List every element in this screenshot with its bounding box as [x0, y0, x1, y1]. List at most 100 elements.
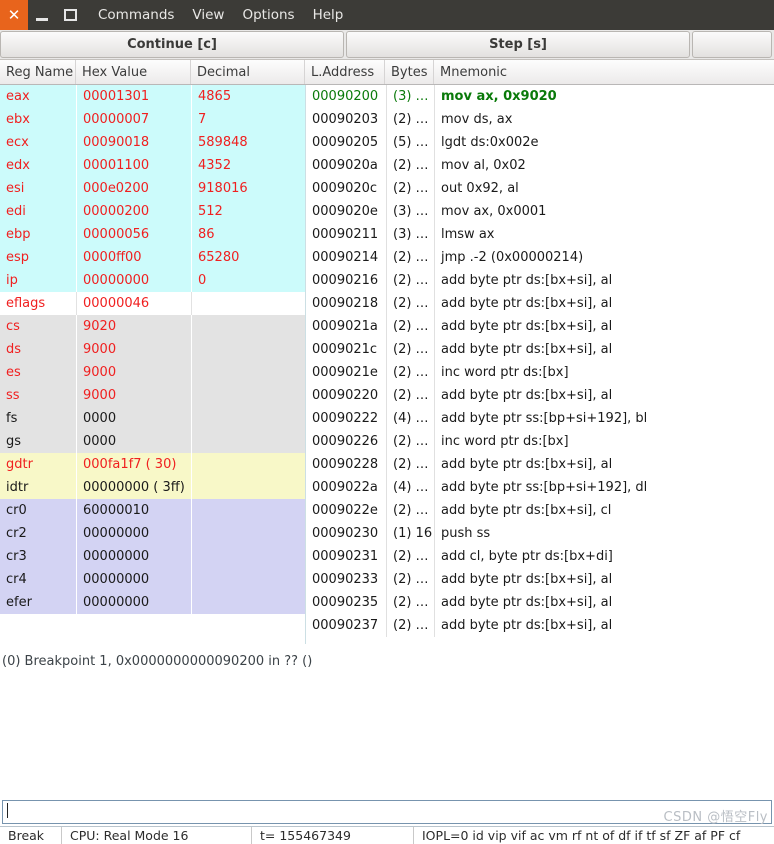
register-hex-value: 60000010 — [76, 499, 191, 522]
disassembly-row[interactable]: 00090233 (2) … add byte ptr ds:[bx+si], al — [306, 568, 774, 591]
register-row[interactable]: cs 9020 — [0, 315, 305, 338]
register-row[interactable]: gs 0000 — [0, 430, 305, 453]
register-row[interactable]: eflags 00000046 — [0, 292, 305, 315]
register-decimal-value: 512 — [191, 200, 305, 223]
register-decimal-value: 7 — [191, 108, 305, 131]
register-hex-value: 000fa1f7 ( 30) — [76, 453, 191, 476]
continue-button[interactable]: Continue [c] — [0, 31, 344, 58]
register-row[interactable]: cr3 00000000 — [0, 545, 305, 568]
register-row[interactable]: efer 00000000 — [0, 591, 305, 614]
instruction-address: 00090216 — [312, 273, 379, 288]
register-decimal-value: 0 — [191, 269, 305, 292]
register-name: cr0 — [6, 503, 27, 518]
column-header-hex-value[interactable]: Hex Value — [76, 60, 191, 84]
disassembly-row[interactable]: 00090216 (2) … add byte ptr ds:[bx+si], al — [306, 269, 774, 292]
register-name: cs — [6, 319, 20, 334]
register-name: cr3 — [6, 549, 27, 564]
register-row[interactable]: ss 9000 — [0, 384, 305, 407]
instruction-mnemonic: add cl, byte ptr ds:[bx+di] — [441, 549, 613, 564]
register-row[interactable]: esi 000e0200 918016 — [0, 177, 305, 200]
disassembly-row[interactable]: 00090211 (3) … lmsw ax — [306, 223, 774, 246]
register-row[interactable]: edx 00001100 4352 — [0, 154, 305, 177]
menu-view[interactable]: View — [192, 0, 224, 30]
register-row[interactable]: idtr 00000000 ( 3ff) — [0, 476, 305, 499]
instruction-address: 0009021a — [312, 319, 378, 334]
register-name: fs — [6, 411, 18, 426]
extra-button[interactable] — [692, 31, 772, 58]
disassembly-row[interactable]: 00090203 (2) … mov ds, ax — [306, 108, 774, 131]
column-header-bytes[interactable]: Bytes — [385, 60, 434, 84]
register-decimal-value — [191, 315, 305, 338]
disassembly-row[interactable]: 0009020c (2) … out 0x92, al — [306, 177, 774, 200]
register-name: ss — [6, 388, 20, 403]
menu-help[interactable]: Help — [313, 0, 344, 30]
register-hex-value: 00000056 — [76, 223, 191, 246]
disassembly-row[interactable]: 0009021e (2) … inc word ptr ds:[bx] — [306, 361, 774, 384]
disassembly-row[interactable]: 00090214 (2) … jmp .-2 (0x00000214) — [306, 246, 774, 269]
register-decimal-value — [191, 522, 305, 545]
register-row[interactable]: ip 00000000 0 — [0, 269, 305, 292]
register-row[interactable]: gdtr 000fa1f7 ( 30) — [0, 453, 305, 476]
disassembly-row[interactable]: 0009020a (2) … mov al, 0x02 — [306, 154, 774, 177]
register-panel: eax 00001301 4865 ebx 00000007 7 ecx 00090018 58… — [0, 85, 305, 614]
disassembly-row[interactable]: 0009021a (2) … add byte ptr ds:[bx+si], al — [306, 315, 774, 338]
disassembly-row[interactable]: 00090220 (2) … add byte ptr ds:[bx+si], al — [306, 384, 774, 407]
register-row[interactable]: ebx 00000007 7 — [0, 108, 305, 131]
disassembly-row-current[interactable]: 00090200 (3) … mov ax, 0x9020 — [306, 85, 774, 108]
log-output-area: (0) Breakpoint 1, 0x0000000000090200 in … — [0, 645, 774, 795]
disassembly-row[interactable]: 00090237 (2) … add byte ptr ds:[bx+si], al — [306, 614, 774, 637]
disassembly-row[interactable]: 0009020e (3) … mov ax, 0x0001 — [306, 200, 774, 223]
menu-commands[interactable]: Commands — [98, 0, 174, 30]
disassembly-row[interactable]: 0009021c (2) … add byte ptr ds:[bx+si], al — [306, 338, 774, 361]
register-name: es — [6, 365, 21, 380]
disassembly-row[interactable]: 00090222 (4) … add byte ptr ss:[bp+si+192]… — [306, 407, 774, 430]
close-icon[interactable]: ✕ — [0, 0, 28, 30]
register-name: eax — [6, 89, 30, 104]
disassembly-row[interactable]: 00090205 (5) … lgdt ds:0x002e — [306, 131, 774, 154]
column-header-reg-name[interactable]: Reg Name — [0, 60, 76, 84]
instruction-bytes: (5) … — [386, 131, 435, 154]
instruction-bytes: (3) … — [386, 223, 435, 246]
disassembly-row[interactable]: 00090228 (2) … add byte ptr ds:[bx+si], al — [306, 453, 774, 476]
column-header-l-address[interactable]: L.Address — [305, 60, 385, 84]
instruction-address: 00090233 — [312, 572, 379, 587]
register-row[interactable]: cr0 60000010 — [0, 499, 305, 522]
instruction-address: 00090228 — [312, 457, 379, 472]
step-button[interactable]: Step [s] — [346, 31, 690, 58]
instruction-mnemonic: add byte ptr ds:[bx+si], al — [441, 342, 613, 357]
maximize-icon[interactable] — [56, 0, 84, 30]
disassembly-row[interactable]: 00090235 (2) … add byte ptr ds:[bx+si], al — [306, 591, 774, 614]
instruction-bytes: (2) … — [386, 154, 435, 177]
register-row[interactable]: ecx 00090018 589848 — [0, 131, 305, 154]
register-row[interactable]: fs 0000 — [0, 407, 305, 430]
instruction-bytes: (2) … — [386, 315, 435, 338]
register-row[interactable]: ebp 00000056 86 — [0, 223, 305, 246]
instruction-bytes: (4) … — [386, 476, 435, 499]
minimize-icon[interactable] — [28, 0, 56, 30]
instruction-bytes: (2) … — [386, 338, 435, 361]
register-row[interactable]: ds 9000 — [0, 338, 305, 361]
register-row[interactable]: edi 00000200 512 — [0, 200, 305, 223]
status-cpu: CPU: Real Mode 16 — [62, 826, 252, 844]
register-row[interactable]: esp 0000ff00 65280 — [0, 246, 305, 269]
disassembly-row[interactable]: 00090218 (2) … add byte ptr ds:[bx+si], al — [306, 292, 774, 315]
register-hex-value: 9000 — [76, 384, 191, 407]
column-header-mnemonic[interactable]: Mnemonic — [434, 60, 774, 84]
disassembly-row[interactable]: 0009022e (2) … add byte ptr ds:[bx+si], cl — [306, 499, 774, 522]
column-header-decimal[interactable]: Decimal — [191, 60, 305, 84]
disassembly-row[interactable]: 00090231 (2) … add cl, byte ptr ds:[bx+di] — [306, 545, 774, 568]
register-row[interactable]: es 9000 — [0, 361, 305, 384]
register-hex-value: 00000007 — [76, 108, 191, 131]
instruction-bytes: (2) … — [386, 292, 435, 315]
disassembly-row[interactable]: 00090226 (2) … inc word ptr ds:[bx] — [306, 430, 774, 453]
disassembly-row[interactable]: 00090230 (1) 16 push ss — [306, 522, 774, 545]
register-row[interactable]: cr4 00000000 — [0, 568, 305, 591]
register-name: esp — [6, 250, 30, 265]
menu-options[interactable]: Options — [242, 0, 294, 30]
instruction-bytes: (2) … — [386, 246, 435, 269]
command-input[interactable] — [2, 800, 772, 824]
disassembly-row[interactable]: 0009022a (4) … add byte ptr ss:[bp+si+192]… — [306, 476, 774, 499]
register-row[interactable]: cr2 00000000 — [0, 522, 305, 545]
register-row[interactable]: eax 00001301 4865 — [0, 85, 305, 108]
register-name: edx — [6, 158, 30, 173]
